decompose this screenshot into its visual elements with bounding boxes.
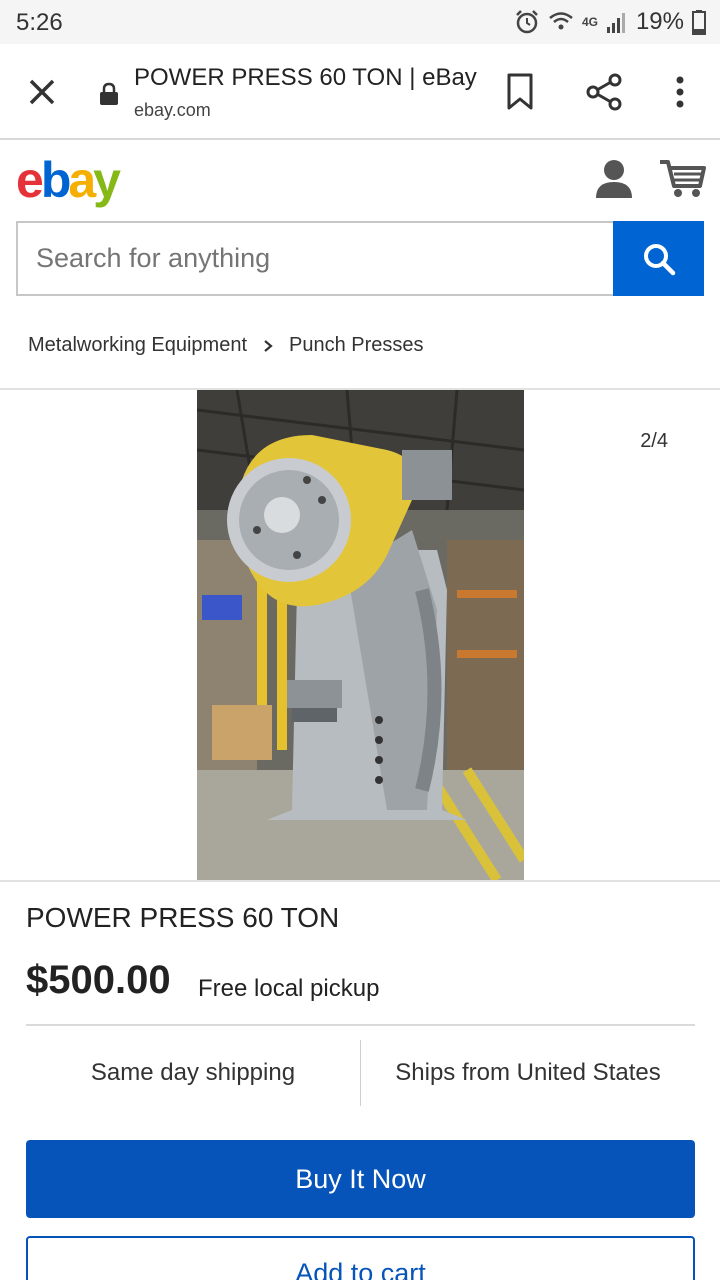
product-price: $500.00 [26,958,171,1002]
ebay-logo[interactable]: ebay [16,148,121,212]
search-input[interactable] [16,221,614,296]
signal-icon [606,13,625,33]
alarm-icon [516,10,538,34]
status-time: 5:26 [16,9,63,36]
breadcrumb-item-punch-presses[interactable]: Punch Presses [289,334,424,357]
buy-it-now-button[interactable]: Buy It Now [26,1140,695,1218]
network-type: 4G [581,15,598,29]
search-button[interactable] [613,221,704,296]
share-icon[interactable] [584,72,624,112]
product-title: POWER PRESS 60 TON [26,902,340,933]
status-bar: 5:26 4G 19% [0,0,720,44]
browser-toolbar: POWER PRESS 60 TON | eBay ebay.com [0,44,720,140]
ships-from: Ships from United States [395,1059,661,1086]
product-image[interactable] [197,390,524,880]
user-icon[interactable] [594,158,634,198]
add-to-cart-button[interactable]: Add to cart [26,1236,695,1280]
lock-icon [100,82,118,105]
breadcrumb: Metalworking Equipment Punch Presses [28,334,424,357]
close-icon[interactable] [26,76,58,108]
page-title: POWER PRESS 60 TON | eBay [134,64,477,91]
battery-icon [692,10,706,35]
battery-percent: 19% [635,8,684,35]
breadcrumb-item-metalworking[interactable]: Metalworking Equipment [28,334,247,357]
bookmark-icon[interactable] [504,72,536,112]
status-icons: 4G 19% [514,8,706,36]
wifi-icon [549,12,573,30]
divider [0,880,720,882]
shipping-speed: Same day shipping [90,1059,296,1086]
image-gallery[interactable]: 2/4 [0,390,720,880]
image-counter: 2/4 [640,430,668,452]
logo-letter-y: y [93,152,121,208]
search-icon [643,243,675,275]
logo-letter-b: b [40,152,71,208]
chevron-right-icon [264,339,273,352]
logo-letter-e: e [16,152,44,208]
cart-icon[interactable] [658,158,706,198]
page-url[interactable]: ebay.com [134,100,211,121]
divider [26,1024,695,1026]
delivery-option: Free local pickup [198,975,380,1002]
more-vert-icon[interactable] [668,74,692,110]
logo-letter-a: a [68,152,96,208]
